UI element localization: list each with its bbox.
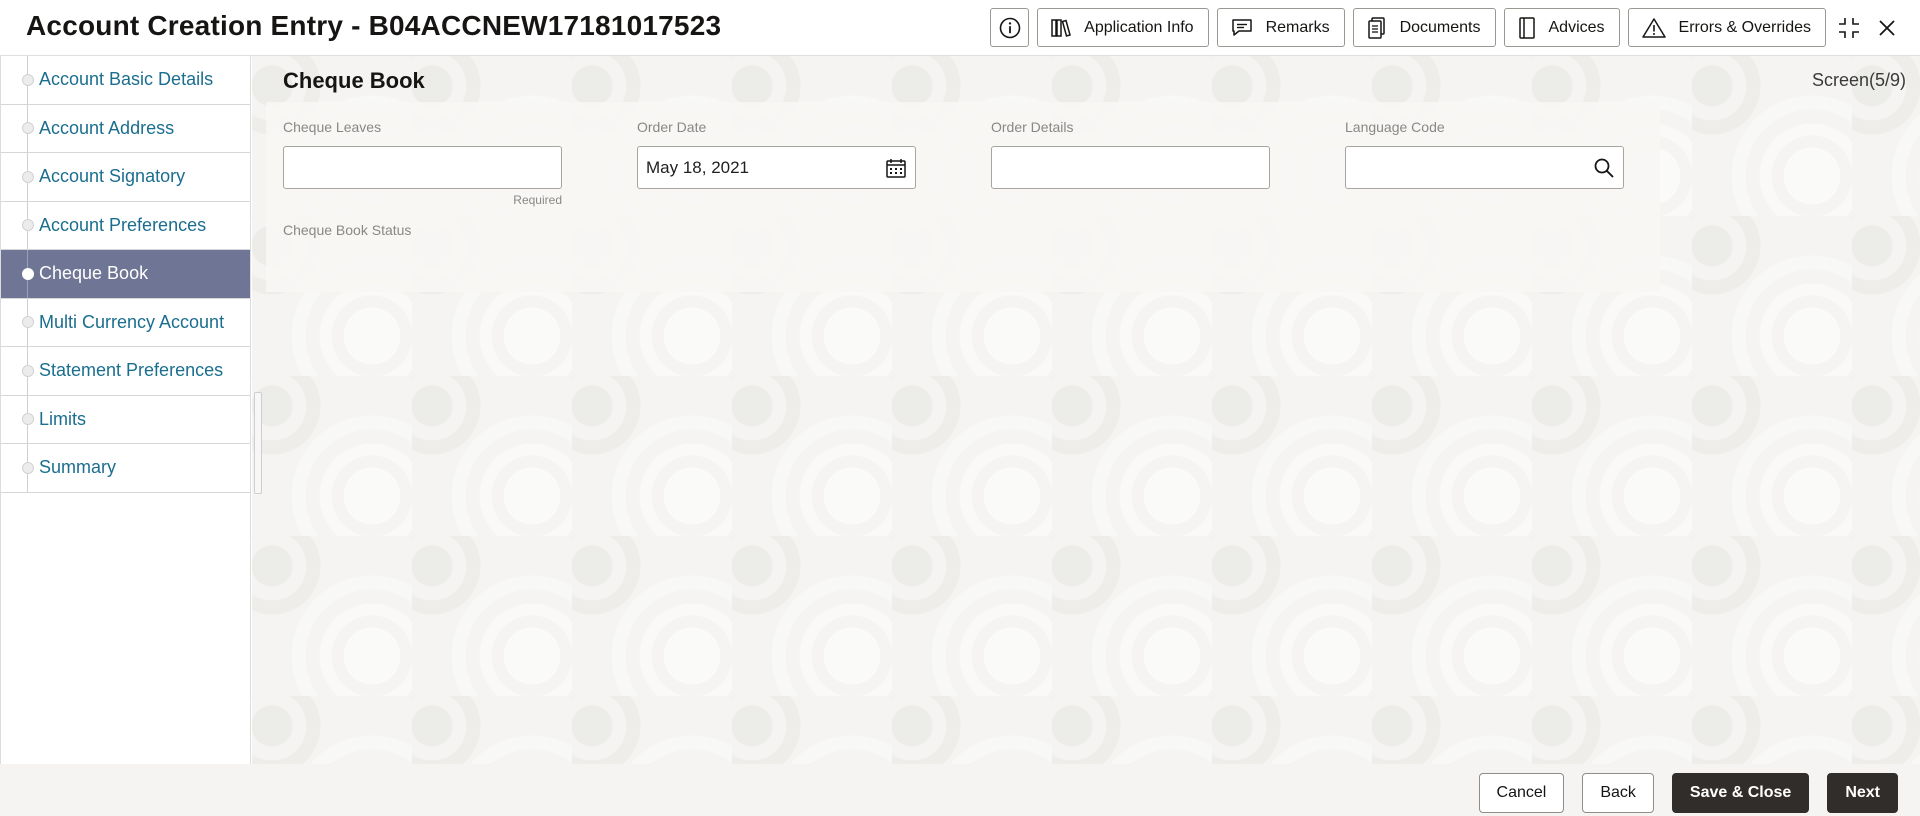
minimize-button[interactable] (1834, 8, 1864, 47)
order-date-field: Order Date (637, 119, 916, 189)
required-hint: Required (513, 193, 562, 207)
advices-button[interactable]: Advices (1503, 8, 1620, 47)
documents-icon (1367, 16, 1385, 39)
sidebar-item-label: Account Preferences (39, 214, 207, 235)
cheque-book-status-label: Cheque Book Status (283, 222, 412, 238)
step-dot (22, 219, 34, 232)
step-navigation: Account Basic Details Account Address Ac… (0, 56, 251, 764)
page-title: Account Creation Entry - B04ACCNEW171810… (26, 10, 722, 41)
step-dot (22, 122, 34, 135)
books-icon (1051, 18, 1072, 37)
sidebar-item-account-basic-details[interactable]: Account Basic Details (1, 56, 250, 105)
sidebar-item-label: Multi Currency Account (39, 311, 225, 332)
step-dot (22, 73, 34, 86)
sidebar-item-label: Cheque Book (39, 263, 149, 284)
footer-bar: Cancel Back Save & Close Next (0, 764, 1920, 816)
cheque-leaves-input[interactable] (292, 157, 553, 178)
toolbar: Application Info Remarks Documents Advic… (990, 8, 1902, 47)
sidebar-item-label: Limits (39, 408, 87, 429)
language-code-field: Language Code (1345, 119, 1624, 189)
sidebar-item-label: Account Address (39, 117, 175, 138)
header-bar: Account Creation Entry - B04ACCNEW171810… (0, 0, 1920, 56)
sidebar-item-cheque-book[interactable]: Cheque Book (1, 250, 250, 299)
step-dot (22, 413, 34, 426)
step-dot (22, 461, 34, 474)
screen-indicator: Screen(5/9) (1811, 70, 1906, 90)
cancel-button[interactable]: Cancel (1478, 773, 1565, 813)
language-code-label: Language Code (1345, 119, 1445, 135)
info-button[interactable] (990, 8, 1030, 47)
cheque-leaves-label: Cheque Leaves (283, 119, 382, 135)
order-date-input[interactable] (646, 157, 907, 178)
errors-overrides-label: Errors & Overrides (1678, 18, 1811, 36)
language-code-box (1345, 146, 1624, 189)
sidebar-item-label: Account Signatory (39, 166, 186, 187)
warning-icon (1641, 17, 1666, 38)
order-details-input[interactable] (1000, 157, 1261, 178)
close-button[interactable] (1872, 8, 1902, 47)
section-title: Cheque Book (283, 68, 425, 93)
sidebar-item-label: Account Basic Details (39, 69, 214, 90)
remarks-label: Remarks (1265, 18, 1330, 36)
calendar-button[interactable] (885, 157, 907, 179)
language-code-input[interactable] (1354, 157, 1615, 178)
footer-actions: Cancel Back Save & Close Next (1478, 773, 1898, 813)
order-date-label: Order Date (637, 119, 707, 135)
notebook-icon (1518, 16, 1535, 39)
order-details-field: Order Details (991, 119, 1270, 189)
sidebar-item-statement-preferences[interactable]: Statement Preferences (1, 347, 250, 396)
step-dot (22, 267, 34, 280)
documents-label: Documents (1399, 18, 1481, 36)
step-dot (22, 316, 34, 329)
sidebar-item-label: Summary (39, 457, 117, 478)
sidebar-item-account-preferences[interactable]: Account Preferences (1, 201, 250, 250)
order-details-box (991, 146, 1270, 189)
step-dot (22, 364, 34, 377)
back-button[interactable]: Back (1582, 773, 1654, 813)
errors-overrides-button[interactable]: Errors & Overrides (1627, 8, 1826, 47)
application-info-button[interactable]: Application Info (1037, 8, 1209, 47)
language-code-search-button[interactable] (1593, 157, 1615, 179)
calendar-icon (886, 158, 906, 178)
sidebar-resize-handle[interactable] (254, 392, 262, 494)
sidebar-item-label: Statement Preferences (39, 360, 224, 381)
info-icon (999, 17, 1020, 38)
sidebar-item-account-address[interactable]: Account Address (1, 104, 250, 153)
main-content: Cheque Book Screen(5/9) Cheque Leaves Re… (252, 56, 1920, 764)
collapse-icon (1839, 17, 1859, 38)
search-icon (1594, 158, 1614, 177)
documents-button[interactable]: Documents (1352, 8, 1496, 47)
cheque-leaves-field: Cheque Leaves Required (283, 119, 562, 207)
order-details-label: Order Details (991, 119, 1074, 135)
advices-label: Advices (1548, 18, 1605, 36)
step-dot (22, 170, 34, 183)
sidebar-item-account-signatory[interactable]: Account Signatory (1, 153, 250, 202)
remarks-button[interactable]: Remarks (1216, 8, 1345, 47)
cheque-leaves-box (283, 146, 562, 189)
cheque-book-status-field: Cheque Book Status (283, 222, 411, 242)
sidebar-item-limits[interactable]: Limits (1, 395, 250, 444)
application-info-label: Application Info (1084, 18, 1194, 36)
close-icon (1879, 19, 1895, 36)
cheque-book-form: Cheque Leaves Required Order Date May 18… (266, 102, 1660, 292)
sidebar-item-summary[interactable]: Summary (1, 444, 250, 493)
speech-bubble-icon (1231, 18, 1252, 36)
next-button[interactable]: Next (1827, 773, 1898, 813)
sidebar-item-multi-currency-account[interactable]: Multi Currency Account (1, 298, 250, 347)
save-close-button[interactable]: Save & Close (1671, 773, 1810, 813)
order-date-box (637, 146, 916, 189)
